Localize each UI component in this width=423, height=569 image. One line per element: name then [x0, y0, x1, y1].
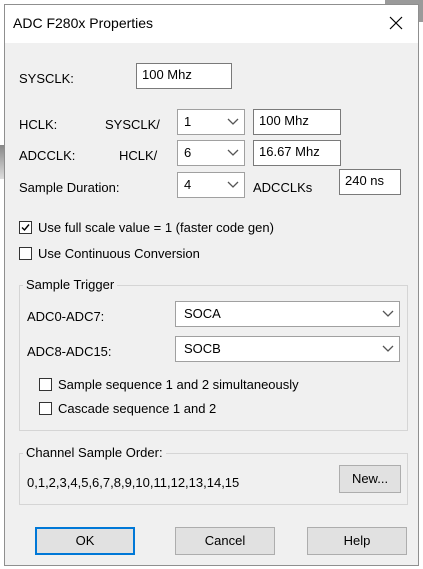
ok-button[interactable]: OK	[35, 527, 135, 555]
chevron-down-icon	[226, 143, 240, 161]
channel-order-legend: Channel Sample Order:	[23, 445, 166, 460]
chevron-down-icon	[226, 112, 240, 130]
help-button[interactable]: Help	[307, 527, 407, 555]
chevron-down-icon	[381, 304, 395, 322]
hclk-divider-select[interactable]: 1	[177, 109, 245, 135]
checkmark-icon	[21, 224, 30, 232]
adc8-15-label: ADC8-ADC15:	[27, 344, 112, 359]
chevron-down-icon	[226, 175, 240, 193]
adc0-7-trigger-select[interactable]: SOCA	[175, 301, 400, 327]
sample-duration-unit: ADCCLKs	[253, 180, 313, 195]
hclk-divider-value: 1	[184, 114, 192, 129]
adc0-7-label: ADC0-ADC7:	[27, 309, 105, 324]
sample-duration-value: 4	[184, 177, 192, 192]
adcclk-divider-value: 6	[184, 145, 192, 160]
sysclk-value: 100 Mhz	[136, 63, 232, 89]
hclk-result: 100 Mhz	[253, 109, 341, 135]
new-order-button[interactable]: New...	[339, 465, 401, 493]
adc8-15-trigger-select[interactable]: SOCB	[175, 336, 400, 362]
chevron-down-icon	[381, 339, 395, 357]
hclk-divider-label: SYSCLK/	[105, 117, 160, 132]
sample-duration-result: 240 ns	[339, 169, 401, 195]
sample-trigger-legend: Sample Trigger	[23, 277, 118, 292]
simultaneous-checkbox[interactable]	[39, 378, 52, 391]
adcclk-label: ADCCLK:	[19, 148, 76, 163]
window-title: ADC F280x Properties	[13, 15, 154, 31]
adc0-7-trigger-value: SOCA	[184, 306, 221, 321]
adcclk-result: 16.67 Mhz	[253, 140, 341, 166]
cascade-checkbox[interactable]	[39, 402, 52, 415]
close-icon[interactable]	[374, 5, 418, 41]
full-scale-label: Use full scale value = 1 (faster code ge…	[38, 220, 274, 235]
sample-duration-select[interactable]: 4	[177, 172, 245, 198]
hclk-label: HCLK:	[19, 117, 58, 132]
adcclk-divider-select[interactable]: 6	[177, 140, 245, 166]
title-bar: ADC F280x Properties	[5, 5, 418, 43]
cancel-button[interactable]: Cancel	[175, 527, 275, 555]
cascade-label: Cascade sequence 1 and 2	[58, 401, 217, 416]
sample-duration-label: Sample Duration:	[19, 180, 120, 195]
channel-order-value: 0,1,2,3,4,5,6,7,8,9,10,11,12,13,14,15	[27, 475, 240, 490]
full-scale-checkbox[interactable]	[19, 221, 32, 234]
properties-dialog: ADC F280x Properties SYSCLK: 100 Mhz HCL…	[4, 4, 419, 566]
continuous-conversion-label: Use Continuous Conversion	[38, 246, 200, 261]
sysclk-label: SYSCLK:	[19, 71, 74, 86]
continuous-conversion-checkbox[interactable]	[19, 247, 32, 260]
adcclk-divider-label: HCLK/	[119, 148, 158, 163]
adc8-15-trigger-value: SOCB	[184, 341, 221, 356]
simultaneous-label: Sample sequence 1 and 2 simultaneously	[58, 377, 299, 392]
